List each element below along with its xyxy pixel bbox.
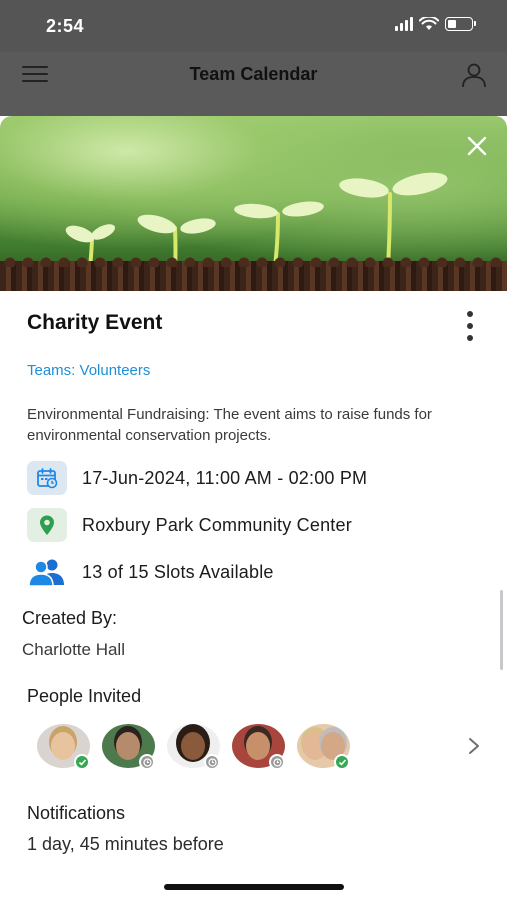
event-location: Roxbury Park Community Center [82,514,352,535]
avatar[interactable] [102,724,155,770]
more-options-icon[interactable] [465,311,475,341]
battery-icon [445,17,476,31]
soil [0,255,507,291]
created-by-label: Created By: [22,608,118,628]
event-teams-link[interactable]: Teams: Volunteers [27,362,150,379]
accepted-check-icon [74,754,90,770]
close-icon[interactable] [465,134,489,158]
status-time: 2:54 [46,16,85,36]
location-pin-icon [27,508,67,542]
pending-clock-icon [139,754,155,770]
avatar[interactable] [37,724,90,770]
calendar-icon [27,461,67,495]
home-indicator [164,884,344,890]
people-invited-label: People Invited [27,686,142,706]
nav-bar: Team Calendar [0,52,507,116]
event-description: Environmental Fundraising: The event aim… [27,406,432,444]
avatar[interactable] [167,724,220,770]
event-datetime-row: 17-Jun-2024, 11:00 AM - 02:00 PM [27,461,367,495]
created-by-name: Charlotte Hall [22,640,125,659]
event-slots-row: 13 of 15 Slots Available [27,555,274,589]
accepted-check-icon [334,754,350,770]
invited-avatars[interactable] [37,724,350,770]
avatar[interactable] [297,724,350,770]
signal-icon [395,17,413,31]
pending-clock-icon [269,754,285,770]
wifi-icon [419,17,439,30]
scrollbar[interactable] [500,590,503,670]
event-slots: 13 of 15 Slots Available [82,561,274,582]
notifications-label: Notifications [27,803,126,823]
pending-clock-icon [204,754,220,770]
people-icon [27,555,67,589]
chevron-right-icon[interactable] [467,736,481,756]
notifications-value: 1 day, 45 minutes before [27,834,224,854]
event-hero-image [0,116,507,291]
status-icons [395,17,476,31]
event-location-row[interactable]: Roxbury Park Community Center [27,508,352,542]
page-title: Team Calendar [189,64,318,84]
status-bar: 2:54 [0,0,507,52]
event-datetime: 17-Jun-2024, 11:00 AM - 02:00 PM [82,467,368,488]
event-title: Charity Event [27,311,163,334]
user-icon[interactable] [461,62,487,88]
avatar[interactable] [232,724,285,770]
